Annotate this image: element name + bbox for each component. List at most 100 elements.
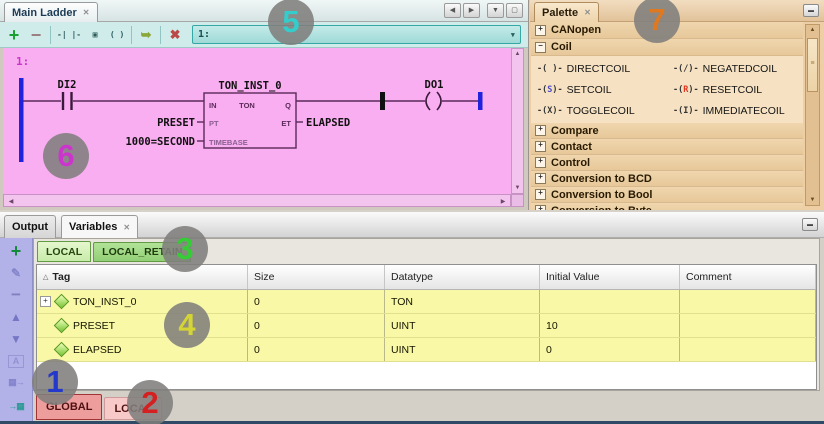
pt-operand-label[interactable]: PRESET bbox=[157, 117, 195, 129]
column-header-comment[interactable]: Comment bbox=[680, 265, 816, 289]
initial-value-cell[interactable]: 10 bbox=[540, 314, 680, 337]
plc-ide-window: Main Ladder ✕ ◀ ▶ ▼ ▢ + − -| |- ▣ ( ) ➥ … bbox=[0, 0, 824, 424]
scroll-tabs-right-button[interactable]: ▶ bbox=[463, 3, 480, 18]
insert-coil-button[interactable]: ( ) bbox=[107, 25, 127, 45]
column-header-size[interactable]: Size bbox=[248, 265, 385, 289]
size-cell[interactable]: 0 bbox=[248, 290, 385, 313]
timebase-operand-label[interactable]: 1000=SECOND bbox=[125, 136, 195, 148]
palette-category-coil[interactable]: − Coil bbox=[531, 39, 803, 56]
variables-toolbar: + ✎ − ▲ ▼ A ▦→ →▦ bbox=[0, 238, 33, 424]
contact-operand-label[interactable]: DI2 bbox=[58, 79, 77, 91]
minimize-button[interactable]: ▬ bbox=[802, 218, 818, 231]
table-row[interactable]: ELAPSED 0 UINT 0 bbox=[37, 338, 816, 362]
palette-item-negatedcoil[interactable]: -(/)- NEGATEDCOIL bbox=[673, 58, 803, 79]
comment-cell[interactable] bbox=[680, 338, 816, 361]
close-icon[interactable]: ✕ bbox=[123, 223, 130, 232]
expand-icon[interactable]: + bbox=[535, 189, 546, 200]
tag-cell[interactable]: PRESET bbox=[37, 314, 248, 337]
scroll-down-icon[interactable]: ▼ bbox=[512, 185, 523, 191]
ladder-vertical-scrollbar[interactable]: ▲ ▼ bbox=[511, 48, 524, 194]
insert-function-block-button[interactable]: ▣ bbox=[85, 25, 105, 45]
palette-category-contact[interactable]: + Contact bbox=[531, 139, 803, 155]
palette-item-setcoil[interactable]: -(S)- SETCOIL bbox=[537, 79, 673, 100]
insert-contact-button[interactable]: -| |- bbox=[55, 25, 83, 45]
collapse-icon[interactable]: − bbox=[535, 42, 546, 53]
ladder-horizontal-scrollbar[interactable]: ◀ ▶ bbox=[3, 194, 511, 207]
expand-icon[interactable]: + bbox=[535, 205, 546, 210]
palette-item-directcoil[interactable]: -( )- DIRECTCOIL bbox=[537, 58, 673, 79]
palette-category-compare[interactable]: + Compare bbox=[531, 123, 803, 139]
remove-variable-button[interactable]: − bbox=[4, 285, 28, 305]
edit-variable-button[interactable]: ✎ bbox=[4, 263, 28, 283]
link-selection-marker[interactable] bbox=[380, 92, 385, 110]
table-row[interactable]: + TON_INST_0 0 TON bbox=[37, 290, 816, 314]
palette-category-conversion-bcd[interactable]: + Conversion to BCD bbox=[531, 171, 803, 187]
column-header-initial-value[interactable]: Initial Value bbox=[540, 265, 680, 289]
annotation-1: 1 bbox=[32, 359, 78, 405]
tag-cell[interactable]: ELAPSED bbox=[37, 338, 248, 361]
size-cell[interactable]: 0 bbox=[248, 314, 385, 337]
import-table-button[interactable]: →▦ bbox=[4, 396, 28, 416]
scroll-up-icon[interactable]: ▲ bbox=[512, 51, 523, 57]
palette-scrollbar[interactable]: ▲ ≡ ▼ bbox=[805, 24, 820, 206]
block-instance-label[interactable]: TON_INST_0 bbox=[218, 80, 281, 92]
tab-palette[interactable]: Palette ✕ bbox=[534, 2, 599, 22]
scroll-left-icon[interactable]: ◀ bbox=[6, 198, 16, 205]
tab-local[interactable]: LOCAL bbox=[37, 241, 91, 262]
comment-cell[interactable] bbox=[680, 314, 816, 337]
chevron-down-icon[interactable]: ▼ bbox=[511, 31, 515, 39]
delete-button[interactable]: ✖ bbox=[165, 25, 185, 45]
expand-icon[interactable]: + bbox=[40, 296, 51, 307]
table-header-row: △ Tag Size Datatype Initial Value Commen… bbox=[37, 265, 816, 290]
rung-selector-combobox[interactable]: 1: ▼ bbox=[192, 25, 521, 44]
annotation-6: 6 bbox=[43, 133, 89, 179]
contact-symbol[interactable] bbox=[63, 92, 72, 110]
export-table-button[interactable]: ▦→ bbox=[4, 372, 28, 392]
tab-list-dropdown-button[interactable]: ▼ bbox=[487, 3, 504, 18]
scroll-tabs-left-button[interactable]: ◀ bbox=[444, 3, 461, 18]
expand-icon[interactable]: + bbox=[535, 157, 546, 168]
column-header-tag[interactable]: △ Tag bbox=[37, 265, 248, 289]
et-operand-label[interactable]: ELAPSED bbox=[306, 117, 350, 129]
table-row[interactable]: PRESET 0 UINT 10 bbox=[37, 314, 816, 338]
datatype-cell[interactable]: TON bbox=[385, 290, 540, 313]
maximize-button[interactable]: ▢ bbox=[506, 3, 523, 18]
close-icon[interactable]: ✕ bbox=[83, 8, 90, 17]
tab-variables[interactable]: Variables ✕ bbox=[61, 215, 138, 238]
scroll-right-icon[interactable]: ▶ bbox=[498, 198, 508, 205]
expand-icon[interactable]: + bbox=[535, 141, 546, 152]
add-rung-button[interactable]: + bbox=[4, 25, 24, 45]
comment-cell[interactable] bbox=[680, 290, 816, 313]
move-up-button[interactable]: ▲ bbox=[4, 307, 28, 327]
expand-icon[interactable]: + bbox=[535, 173, 546, 184]
size-cell[interactable]: 0 bbox=[248, 338, 385, 361]
scrollbar-thumb[interactable]: ≡ bbox=[807, 38, 818, 92]
close-icon[interactable]: ✕ bbox=[584, 8, 591, 17]
scroll-down-icon[interactable]: ▼ bbox=[806, 197, 819, 203]
paste-button[interactable]: ➥ bbox=[136, 25, 156, 45]
datatype-cell[interactable]: UINT bbox=[385, 314, 540, 337]
palette-item-resetcoil[interactable]: -(R)- RESETCOIL bbox=[673, 79, 803, 100]
initial-value-cell[interactable] bbox=[540, 290, 680, 313]
minimize-button[interactable]: ▬ bbox=[803, 4, 819, 17]
tab-output[interactable]: Output bbox=[4, 215, 56, 238]
scroll-up-icon[interactable]: ▲ bbox=[806, 27, 819, 33]
expand-icon[interactable]: + bbox=[535, 125, 546, 136]
tag-cell[interactable]: + TON_INST_0 bbox=[37, 290, 248, 313]
add-variable-button[interactable]: + bbox=[4, 241, 28, 261]
datatype-cell[interactable]: UINT bbox=[385, 338, 540, 361]
initial-value-cell[interactable]: 0 bbox=[540, 338, 680, 361]
palette-category-conversion-byte[interactable]: + Conversion to Byte bbox=[531, 203, 803, 210]
palette-item-immediatecoil[interactable]: -(I)- IMMEDIATECOIL bbox=[673, 100, 803, 121]
expand-icon[interactable]: + bbox=[535, 25, 546, 36]
column-header-datatype[interactable]: Datatype bbox=[385, 265, 540, 289]
rename-button[interactable]: A bbox=[8, 355, 24, 368]
palette-category-conversion-bool[interactable]: + Conversion to Bool bbox=[531, 187, 803, 203]
tab-main-ladder[interactable]: Main Ladder ✕ bbox=[4, 2, 98, 22]
palette-category-control[interactable]: + Control bbox=[531, 155, 803, 171]
move-down-button[interactable]: ▼ bbox=[4, 329, 28, 349]
coil-symbol[interactable] bbox=[426, 92, 441, 110]
remove-rung-button[interactable]: − bbox=[26, 25, 46, 45]
palette-item-togglecoil[interactable]: -(X)- TOGGLECOIL bbox=[537, 100, 673, 121]
coil-operand-label[interactable]: DO1 bbox=[425, 79, 444, 91]
